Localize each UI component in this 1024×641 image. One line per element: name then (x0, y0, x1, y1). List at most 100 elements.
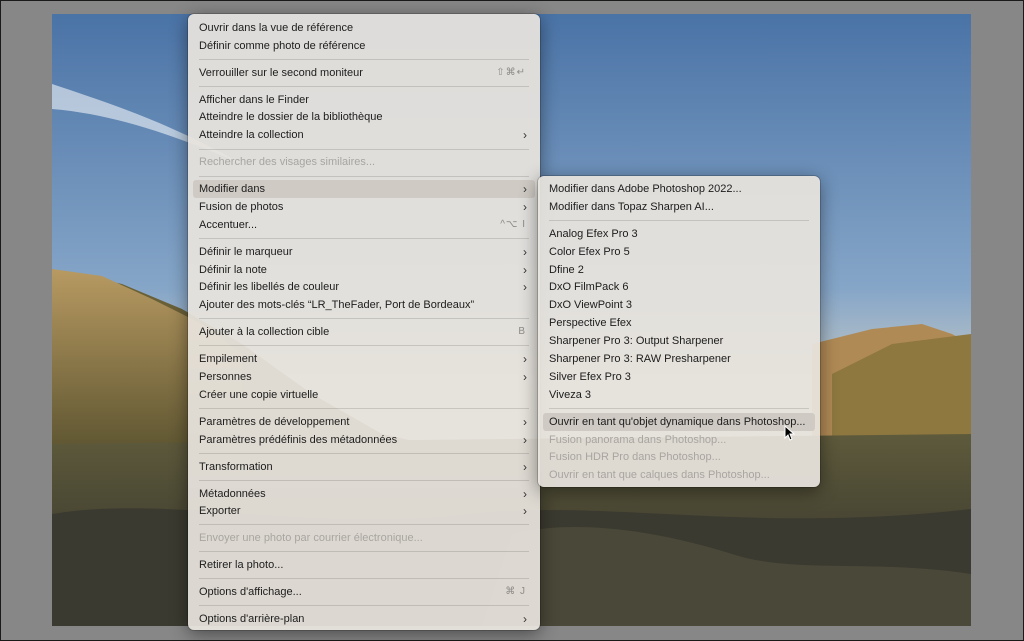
sub-item-modifier-dans-adobe-photoshop-2022[interactable]: Modifier dans Adobe Photoshop 2022... (543, 180, 815, 198)
menu-item-label: Personnes (199, 371, 252, 383)
menu-separator (549, 220, 809, 221)
menu-item-label: Définir comme photo de référence (199, 40, 366, 52)
chevron-right-icon: › (523, 128, 527, 142)
chevron-right-icon: › (523, 504, 527, 518)
shortcut-hint: B (518, 326, 526, 337)
chevron-right-icon: › (523, 487, 527, 501)
sub-item-dxo-filmpack-6[interactable]: DxO FilmPack 6 (543, 278, 815, 296)
menu-item-parametres-de-developpement[interactable]: Paramètres de développement › (193, 413, 535, 431)
menu-item-label: Modifier dans Topaz Sharpen AI... (549, 201, 714, 213)
menu-separator (199, 453, 529, 454)
menu-item-label: Viveza 3 (549, 389, 591, 401)
menu-item-empilement[interactable]: Empilement › (193, 350, 535, 368)
menu-item-label: Créer une copie virtuelle (199, 389, 319, 401)
menu-item-label: Atteindre le dossier de la bibliothèque (199, 111, 383, 123)
menu-item-label: Empilement (199, 353, 258, 365)
sub-item-sharpener-pro-3-raw-presharpener[interactable]: Sharpener Pro 3: RAW Presharpener (543, 350, 815, 368)
sub-item-silver-efex-pro-3[interactable]: Silver Efex Pro 3 (543, 368, 815, 386)
sub-item-fusion-panorama-dans-photoshop: Fusion panorama dans Photoshop... (543, 431, 815, 449)
menu-item-personnes[interactable]: Personnes › (193, 368, 535, 386)
menu-separator (199, 605, 529, 606)
menu-separator (199, 345, 529, 346)
menu-item-label: Modifier dans (199, 183, 266, 195)
menu-item-definir-les-libelles-de-couleur[interactable]: Définir les libellés de couleur › (193, 278, 535, 296)
menu-item-label: Afficher dans le Finder (199, 94, 309, 106)
sub-item-color-efex-pro-5[interactable]: Color Efex Pro 5 (543, 243, 815, 261)
sub-item-dfine-2[interactable]: Dfine 2 (543, 261, 815, 279)
mouse-pointer-icon (784, 425, 796, 441)
chevron-right-icon: › (523, 200, 527, 214)
menu-item-definir-le-marqueur[interactable]: Définir le marqueur › (193, 243, 535, 261)
menu-item-label: Options d'affichage... (199, 586, 302, 598)
menu-item-label: Analog Efex Pro 3 (549, 228, 638, 240)
sub-item-perspective-efex[interactable]: Perspective Efex (543, 314, 815, 332)
menu-item-metadonnees[interactable]: Métadonnées › (193, 485, 535, 503)
menu-item-label: Verrouiller sur le second moniteur (199, 67, 363, 79)
menu-item-definir-la-note[interactable]: Définir la note › (193, 261, 535, 279)
chevron-right-icon: › (523, 612, 527, 626)
menu-item-retirer-la-photo[interactable]: Retirer la photo... (193, 556, 535, 574)
menu-item-label: Ouvrir en tant qu'objet dynamique dans P… (549, 416, 806, 428)
menu-item-ajouter-des-mots-cles-lr-thefader-port-d[interactable]: Ajouter des mots-clés “LR_TheFader, Port… (193, 296, 535, 314)
menu-item-label: Métadonnées (199, 488, 266, 500)
menu-item-label: Paramètres prédéfinis des métadonnées (199, 434, 398, 446)
menu-separator (199, 176, 529, 177)
menu-item-label: Fusion panorama dans Photoshop... (549, 434, 727, 446)
sub-item-viveza-3[interactable]: Viveza 3 (543, 386, 815, 404)
menu-item-options-d-arriere-plan[interactable]: Options d'arrière-plan › (193, 610, 535, 628)
menu-item-label: Sharpener Pro 3: Output Sharpener (549, 335, 724, 347)
chevron-right-icon: › (523, 370, 527, 384)
chevron-right-icon: › (523, 352, 527, 366)
menu-item-definir-comme-photo-de-reference[interactable]: Définir comme photo de référence (193, 37, 535, 55)
menu-item-label: Ouvrir dans la vue de référence (199, 22, 354, 34)
menu-item-label: Accentuer... (199, 219, 258, 231)
menu-item-fusion-de-photos[interactable]: Fusion de photos › (193, 198, 535, 216)
menu-item-label: Sharpener Pro 3: RAW Presharpener (549, 353, 731, 365)
menu-separator (199, 551, 529, 552)
menu-separator (199, 578, 529, 579)
menu-item-atteindre-le-dossier-de-la-bibliotheque[interactable]: Atteindre le dossier de la bibliothèque (193, 108, 535, 126)
menu-item-accentuer[interactable]: Accentuer... ^⌥ I (193, 216, 535, 234)
menu-item-ajouter-a-la-collection-cible[interactable]: Ajouter à la collection cible B (193, 323, 535, 341)
shortcut-hint: ⌘ J (505, 586, 526, 597)
menu-item-options-d-affichage[interactable]: Options d'affichage... ⌘ J (193, 583, 535, 601)
menu-item-label: Atteindre la collection (199, 129, 304, 141)
menu-item-label: Envoyer une photo par courrier électroni… (199, 532, 423, 544)
menu-separator (199, 318, 529, 319)
menu-item-ouvrir-dans-la-vue-de-reference[interactable]: Ouvrir dans la vue de référence (193, 19, 535, 37)
sub-item-ouvrir-en-tant-que-calques-dans-photosho: Ouvrir en tant que calques dans Photosho… (543, 466, 815, 484)
menu-separator (199, 59, 529, 60)
shortcut-hint: ^⌥ I (500, 219, 526, 230)
chevron-right-icon: › (523, 182, 527, 196)
menu-item-modifier-dans[interactable]: Modifier dans › (193, 180, 535, 198)
menu-item-label: DxO FilmPack 6 (549, 281, 629, 293)
menu-item-label: Silver Efex Pro 3 (549, 371, 631, 383)
sub-item-modifier-dans-topaz-sharpen-ai[interactable]: Modifier dans Topaz Sharpen AI... (543, 198, 815, 216)
sub-item-analog-efex-pro-3[interactable]: Analog Efex Pro 3 (543, 225, 815, 243)
menu-item-atteindre-la-collection[interactable]: Atteindre la collection › (193, 126, 535, 144)
modifier-dans-submenu: Modifier dans Adobe Photoshop 2022... Mod… (538, 176, 820, 487)
menu-item-creer-une-copie-virtuelle[interactable]: Créer une copie virtuelle (193, 386, 535, 404)
menu-separator (199, 86, 529, 87)
menu-item-afficher-dans-le-finder[interactable]: Afficher dans le Finder (193, 91, 535, 109)
menu-item-label: Fusion HDR Pro dans Photoshop... (549, 451, 721, 463)
menu-item-parametres-predefinis-des-metadonnees[interactable]: Paramètres prédéfinis des métadonnées › (193, 431, 535, 449)
menu-item-label: Transformation (199, 461, 273, 473)
menu-item-label: Exporter (199, 505, 241, 517)
sub-item-dxo-viewpoint-3[interactable]: DxO ViewPoint 3 (543, 296, 815, 314)
menu-item-label: Ajouter à la collection cible (199, 326, 330, 338)
sub-item-sharpener-pro-3-output-sharpener[interactable]: Sharpener Pro 3: Output Sharpener (543, 332, 815, 350)
menu-item-exporter[interactable]: Exporter › (193, 502, 535, 520)
menu-item-verrouiller-sur-le-second-moniteur[interactable]: Verrouiller sur le second moniteur ⇧⌘↵ (193, 64, 535, 82)
menu-item-label: Définir le marqueur (199, 246, 293, 258)
menu-item-label: Perspective Efex (549, 317, 632, 329)
menu-item-label: Dfine 2 (549, 264, 584, 276)
menu-item-rechercher-des-visages-similaires: Rechercher des visages similaires... (193, 153, 535, 171)
menu-item-transformation[interactable]: Transformation › (193, 458, 535, 476)
menu-separator (199, 149, 529, 150)
chevron-right-icon: › (523, 280, 527, 294)
chevron-right-icon: › (523, 263, 527, 277)
menu-item-label: Ouvrir en tant que calques dans Photosho… (549, 469, 770, 481)
menu-item-label: Color Efex Pro 5 (549, 246, 630, 258)
sub-item-ouvrir-en-tant-qu-objet-dynamique-dans-p[interactable]: Ouvrir en tant qu'objet dynamique dans P… (543, 413, 815, 431)
